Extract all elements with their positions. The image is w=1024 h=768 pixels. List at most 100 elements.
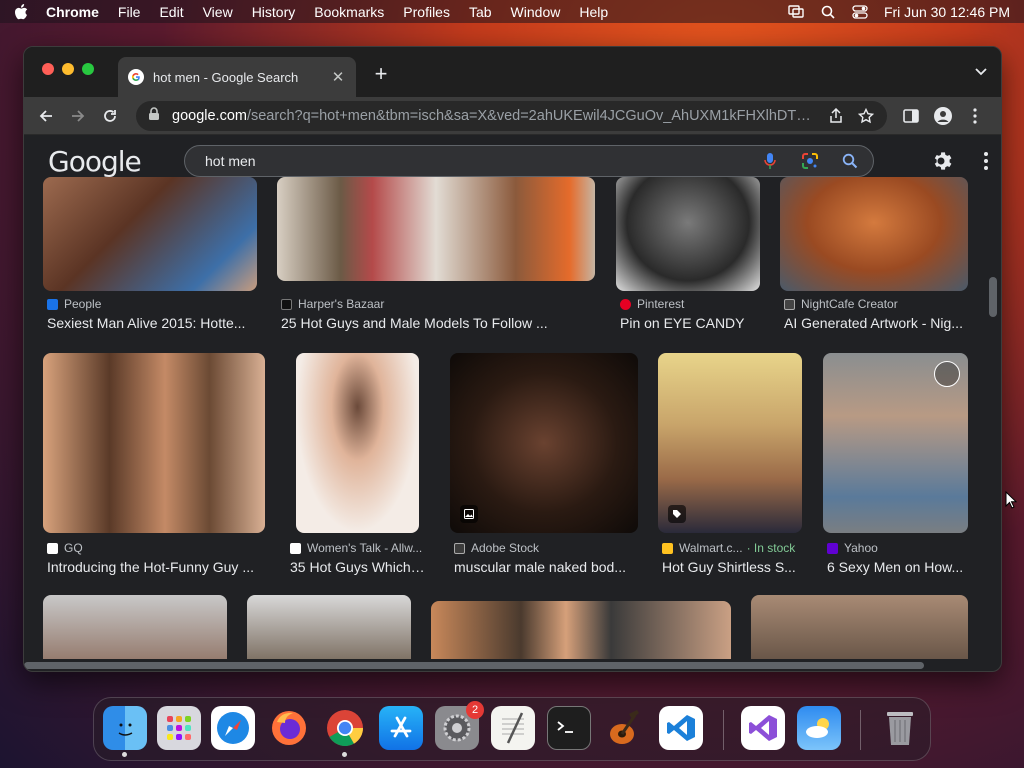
result-thumbnail[interactable] — [277, 177, 595, 281]
macos-dock: 2 — [93, 697, 931, 761]
result-thumbnail[interactable] — [43, 177, 257, 291]
chrome-menu-icon[interactable] — [961, 102, 989, 130]
google-logo[interactable]: Google — [48, 145, 160, 178]
running-indicator — [342, 752, 347, 757]
image-badge-icon — [460, 505, 478, 523]
result-source: People — [47, 297, 257, 311]
result-caption[interactable]: Hot Guy Shirtless S... — [662, 559, 802, 575]
google-lens-icon[interactable] — [799, 152, 821, 170]
close-window-button[interactable] — [42, 63, 54, 75]
source-favicon-icon — [47, 298, 58, 310]
result-caption[interactable]: Introducing the Hot-Funny Guy ... — [47, 559, 265, 575]
result-caption[interactable]: 35 Hot Guys Which ... — [290, 559, 426, 575]
spotlight-search-icon[interactable] — [820, 5, 836, 19]
horizontal-scrollbar[interactable] — [24, 662, 924, 669]
voice-search-mic-icon[interactable] — [759, 152, 781, 170]
weather-icon[interactable] — [797, 706, 841, 750]
source-favicon-icon — [454, 542, 465, 554]
url-host: google.com — [172, 107, 247, 124]
safari-icon[interactable] — [211, 706, 255, 750]
address-bar[interactable]: google.com /search?q=hot+men&tbm=isch&sa… — [136, 100, 887, 131]
new-tab-button[interactable]: + — [370, 61, 392, 87]
vertical-scrollbar[interactable] — [989, 177, 997, 659]
result-thumbnail[interactable] — [780, 177, 968, 291]
source-favicon-icon — [620, 298, 631, 310]
menu-edit[interactable]: Edit — [159, 4, 183, 20]
tab-google-search[interactable]: hot men - Google Search ✕ — [118, 57, 356, 97]
result-caption[interactable]: Sexiest Man Alive 2015: Hotte... — [47, 315, 257, 331]
reload-button[interactable] — [96, 102, 124, 130]
result-source: Harper's Bazaar — [281, 297, 581, 311]
result-thumbnail[interactable] — [616, 177, 760, 291]
result-thumbnail[interactable] — [43, 353, 265, 533]
result-caption[interactable]: 6 Sexy Men on How... — [827, 559, 968, 575]
terminal-icon[interactable] — [547, 706, 591, 750]
source-favicon-icon — [827, 542, 838, 554]
menu-view[interactable]: View — [203, 4, 233, 20]
screen-mirroring-icon[interactable] — [788, 5, 804, 19]
result-caption[interactable]: 25 Hot Guys and Male Models To Follow ..… — [281, 315, 591, 331]
browser-toolbar: google.com /search?q=hot+men&tbm=isch&sa… — [24, 97, 1001, 135]
result-thumbnail[interactable] — [247, 595, 411, 659]
minimize-window-button[interactable] — [62, 63, 74, 75]
result-source: Adobe Stock — [454, 541, 638, 555]
menubar-clock[interactable]: Fri Jun 30 12:46 PM — [884, 4, 1010, 20]
result-source: NightCafe Creator — [784, 297, 968, 311]
dock-separator — [723, 710, 724, 750]
app-store-icon[interactable] — [379, 706, 423, 750]
apple-icon[interactable] — [14, 3, 28, 20]
garageband-icon[interactable] — [603, 706, 647, 750]
lock-icon[interactable] — [148, 106, 162, 125]
source-favicon-icon — [290, 542, 301, 554]
visual-studio-icon[interactable] — [741, 706, 785, 750]
textedit-icon[interactable] — [491, 706, 535, 750]
result-thumbnail[interactable] — [823, 353, 968, 533]
tab-close-icon[interactable]: ✕ — [330, 68, 346, 86]
notification-badge: 2 — [466, 701, 484, 719]
system-preferences-icon[interactable]: 2 — [435, 701, 484, 750]
menu-bookmarks[interactable]: Bookmarks — [314, 4, 384, 20]
launchpad-icon[interactable] — [157, 706, 201, 750]
result-source: Walmart.c... · In stock — [662, 541, 806, 555]
result-thumbnail[interactable] — [450, 353, 638, 533]
profile-avatar-icon[interactable] — [929, 102, 957, 130]
result-thumbnail[interactable] — [751, 595, 968, 659]
firefox-icon[interactable] — [267, 706, 311, 750]
result-caption[interactable]: Pin on EYE CANDY — [620, 315, 760, 331]
trash-icon[interactable] — [878, 706, 922, 750]
menu-file[interactable]: File — [118, 4, 141, 20]
result-thumbnail[interactable] — [431, 601, 731, 659]
result-thumbnail[interactable] — [43, 595, 227, 659]
menu-window[interactable]: Window — [511, 4, 561, 20]
url-path: /search?q=hot+men&tbm=isch&sa=X&ved=2ahU… — [246, 107, 815, 124]
result-caption[interactable]: AI Generated Artwork - Nig... — [784, 315, 968, 331]
result-thumbnail[interactable] — [296, 353, 419, 533]
search-icon[interactable] — [839, 153, 861, 169]
result-thumbnail[interactable] — [658, 353, 802, 533]
search-query-text[interactable]: hot men — [205, 153, 741, 169]
menu-app-name[interactable]: Chrome — [46, 4, 99, 20]
gear-icon[interactable] — [931, 149, 955, 173]
bookmark-star-icon[interactable] — [857, 107, 875, 124]
vertical-scroll-thumb[interactable] — [989, 277, 997, 317]
menu-tab[interactable]: Tab — [469, 4, 492, 20]
forward-button[interactable] — [64, 102, 92, 130]
menu-help[interactable]: Help — [579, 4, 608, 20]
back-button[interactable] — [32, 102, 60, 130]
more-options-icon[interactable] — [983, 151, 989, 171]
running-indicator — [122, 752, 127, 757]
zoom-window-button[interactable] — [82, 63, 94, 75]
share-icon[interactable] — [827, 107, 845, 124]
menu-history[interactable]: History — [252, 4, 296, 20]
search-input[interactable]: hot men — [184, 145, 874, 177]
result-caption[interactable]: muscular male naked bod... — [454, 559, 638, 575]
control-center-icon[interactable] — [852, 4, 868, 19]
menu-profiles[interactable]: Profiles — [403, 4, 450, 20]
dock-separator — [860, 710, 861, 750]
tab-search-chevron-icon[interactable] — [973, 63, 989, 79]
side-panel-icon[interactable] — [897, 102, 925, 130]
finder-icon[interactable] — [103, 706, 147, 757]
chrome-icon[interactable] — [323, 706, 367, 757]
vscode-icon[interactable] — [659, 706, 703, 750]
macos-menubar: Chrome File Edit View History Bookmarks … — [0, 0, 1024, 23]
